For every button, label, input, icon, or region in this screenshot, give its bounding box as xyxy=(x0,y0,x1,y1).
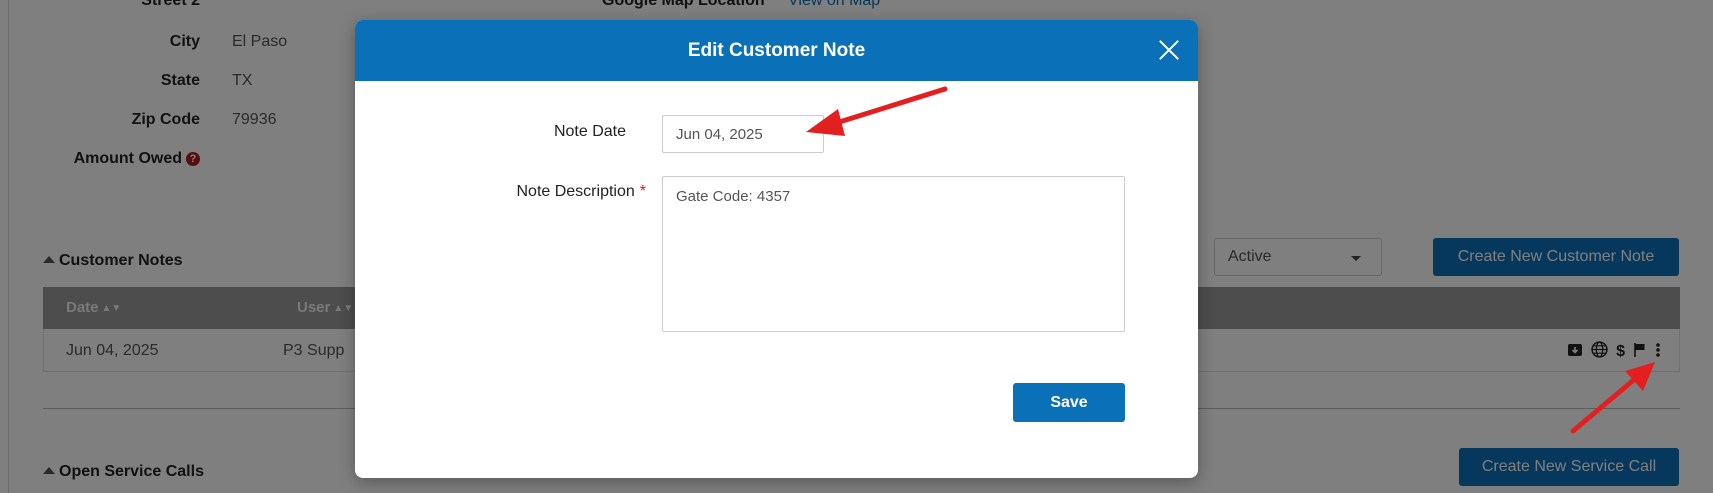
required-marker: * xyxy=(639,183,646,200)
edit-customer-note-modal: Edit Customer Note Note Date Note Descri… xyxy=(355,20,1198,478)
close-icon[interactable] xyxy=(1148,30,1188,70)
note-date-label: Note Date xyxy=(553,123,626,140)
note-description-label-text: Note Description xyxy=(516,183,635,200)
save-button[interactable]: Save xyxy=(1013,383,1125,422)
note-date-input[interactable] xyxy=(662,115,824,153)
note-description-textarea[interactable]: Gate Code: 4357 xyxy=(662,176,1125,332)
modal-header: Edit Customer Note xyxy=(355,20,1198,81)
modal-title: Edit Customer Note xyxy=(687,40,866,61)
note-description-label: Note Description * xyxy=(415,183,646,201)
